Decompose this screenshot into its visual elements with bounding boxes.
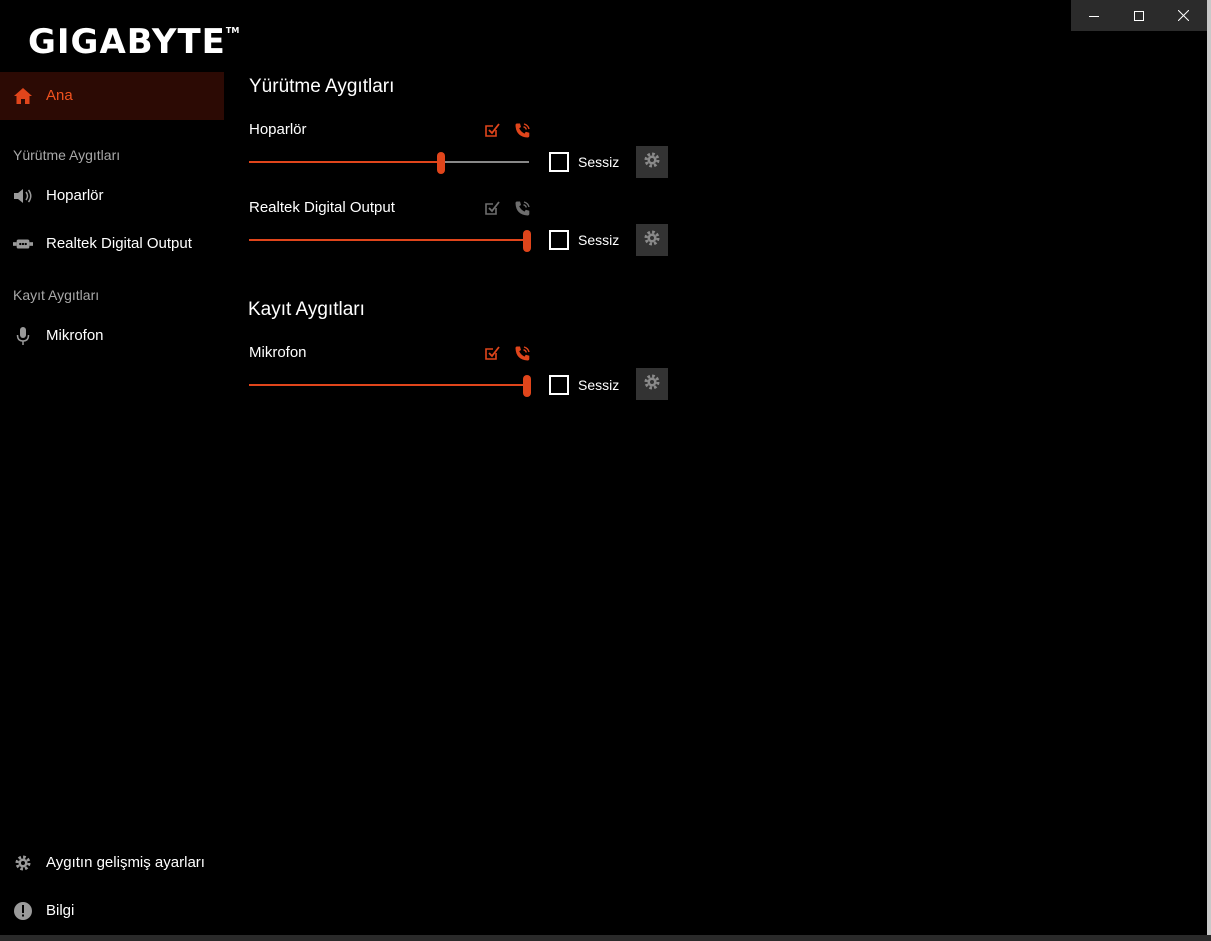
checkbox-box[interactable]	[549, 152, 569, 172]
device-settings-button[interactable]	[636, 146, 668, 178]
mute-label: Sessiz	[578, 377, 620, 393]
gigabyte-logo: GIGABYTETM	[28, 22, 239, 62]
mute-label: Sessiz	[578, 154, 620, 170]
window-edge	[1207, 0, 1211, 941]
slider-fill	[249, 161, 442, 163]
app-window: GIGABYTETM Ana Yürütme Aygıtları Hoparlö…	[0, 0, 1207, 935]
home-icon	[13, 86, 33, 106]
logo-text: GIGABYTE	[28, 22, 226, 62]
slider-fill	[249, 239, 527, 241]
slider-thumb[interactable]	[523, 375, 531, 397]
device-name: Mikrofon	[249, 344, 307, 361]
checkbox-box[interactable]	[549, 375, 569, 395]
device-name: Hoparlör	[249, 121, 307, 138]
mute-checkbox[interactable]: Sessiz	[549, 230, 619, 250]
volume-slider[interactable]	[249, 230, 531, 252]
communication-device-icon[interactable]	[513, 199, 531, 217]
sidebar-item-label: Mikrofon	[46, 327, 104, 344]
close-icon[interactable]	[1161, 0, 1206, 31]
gear-icon	[13, 853, 33, 873]
minimize-icon[interactable]	[1071, 0, 1116, 31]
maximize-icon[interactable]	[1116, 0, 1161, 31]
info-icon	[13, 901, 33, 921]
default-device-icon[interactable]	[483, 344, 501, 362]
background-taskbar-strip	[0, 935, 1211, 941]
sidebar-item-home[interactable]: Ana	[0, 72, 224, 120]
default-device-icon[interactable]	[483, 199, 501, 217]
checkbox-box[interactable]	[549, 230, 569, 250]
recording-section-title: Kayıt Aygıtları	[248, 299, 365, 320]
volume-slider[interactable]	[249, 375, 531, 397]
mute-checkbox[interactable]: Sessiz	[549, 152, 619, 172]
device-status-icons	[483, 121, 531, 139]
mute-checkbox[interactable]: Sessiz	[549, 375, 619, 395]
slider-thumb[interactable]	[523, 230, 531, 252]
sidebar-section-recording: Kayıt Aygıtları	[13, 287, 100, 303]
logo-tm: TM	[225, 26, 240, 35]
sidebar-item-label: Hoparlör	[46, 187, 104, 204]
sidebar-item-label: Aygıtın gelişmiş ayarları	[46, 854, 205, 871]
sidebar-item-hoparlor[interactable]: Hoparlör	[0, 172, 224, 220]
device-status-icons	[483, 344, 531, 362]
device-name: Realtek Digital Output	[249, 199, 395, 216]
communication-device-icon[interactable]	[513, 121, 531, 139]
sidebar-item-mikrofon[interactable]: Mikrofon	[0, 312, 224, 360]
volume-slider[interactable]	[249, 152, 529, 174]
slider-thumb[interactable]	[437, 152, 446, 174]
gear-icon	[642, 150, 662, 175]
gear-icon	[642, 228, 662, 253]
microphone-icon	[13, 326, 33, 346]
device-settings-button[interactable]	[636, 224, 668, 256]
sidebar-item-label: Realtek Digital Output	[46, 235, 192, 252]
sidebar-item-advanced-settings[interactable]: Aygıtın gelişmiş ayarları	[0, 839, 224, 887]
slider-fill	[249, 384, 527, 386]
device-settings-button[interactable]	[636, 368, 668, 400]
window-controls	[1071, 0, 1207, 31]
sidebar-item-label: Bilgi	[46, 902, 75, 919]
sidebar-item-label: Ana	[46, 87, 73, 104]
gear-icon	[642, 372, 662, 397]
speaker-icon	[13, 186, 33, 206]
sidebar-item-realtek-digital-output[interactable]: Realtek Digital Output	[0, 220, 224, 268]
sidebar-item-info[interactable]: Bilgi	[0, 887, 224, 935]
device-status-icons	[483, 199, 531, 217]
mute-label: Sessiz	[578, 232, 620, 248]
playback-section-title: Yürütme Aygıtları	[249, 76, 395, 97]
sidebar-section-playback: Yürütme Aygıtları	[13, 147, 121, 163]
default-device-icon[interactable]	[483, 121, 501, 139]
communication-device-icon[interactable]	[513, 344, 531, 362]
digital-output-icon	[13, 234, 33, 254]
